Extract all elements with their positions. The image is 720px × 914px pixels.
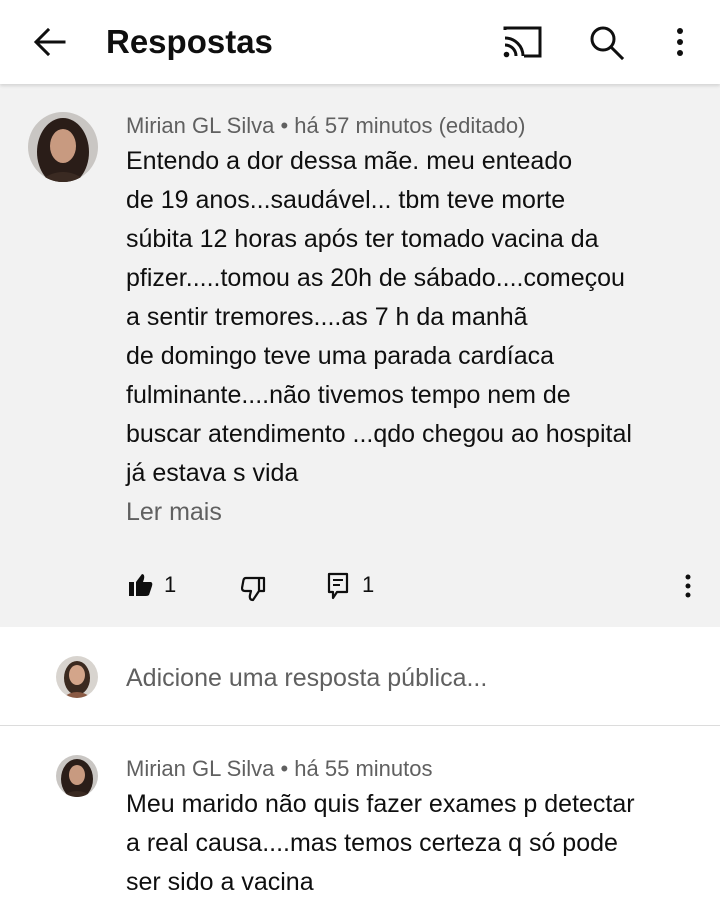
- comment-timestamp: • há 57 minutos (editado): [280, 113, 526, 138]
- thumb-up-icon: [129, 574, 153, 596]
- comment-text-line: Meu marido não quis fazer exames p detec…: [126, 790, 635, 818]
- more-vert-icon[interactable]: [668, 22, 692, 62]
- comment-text-line: a sentir tremores....as 7 h da manhã: [126, 303, 528, 331]
- comment-icon: [327, 572, 349, 600]
- main-comment: Mirian GL Silva • há 57 minutos (editado…: [0, 84, 720, 627]
- avatar[interactable]: [56, 755, 98, 797]
- comment-text-line: já estava s vida: [126, 459, 299, 487]
- user-avatar: [56, 656, 98, 698]
- comment-text-line: Entendo a dor dessa mãe. meu enteado: [126, 147, 573, 175]
- comment-timestamp: • há 55 minutos: [280, 756, 433, 781]
- comment-author[interactable]: Mirian GL Silva: [126, 113, 274, 138]
- comment-text-line: buscar atendimento ...qdo chegou ao hosp…: [126, 420, 632, 448]
- comment-more-icon[interactable]: [680, 572, 696, 600]
- comment-author[interactable]: Mirian GL Silva: [126, 756, 274, 781]
- thumb-down-icon: [240, 576, 266, 602]
- comment-text: Meu marido não quis fazer exames p detec…: [126, 785, 635, 902]
- comment-text-line: ser sido a vacina: [126, 868, 314, 896]
- reply-count: 1: [362, 572, 375, 597]
- search-icon[interactable]: [586, 22, 626, 62]
- page-title: Respostas: [106, 23, 273, 60]
- dislike-button[interactable]: [240, 576, 267, 602]
- comment-text-line: de 19 anos...saudável... tbm teve morte: [126, 186, 566, 214]
- comment-meta: Mirian GL Silva • há 55 minutos: [126, 756, 432, 782]
- comment-text-line: a real causa....mas temos certeza q só p…: [126, 829, 618, 857]
- back-arrow-icon[interactable]: [30, 22, 70, 62]
- reply-input-row: Adicione uma resposta pública...: [0, 627, 720, 726]
- reply-comment: Mirian GL Silva • há 55 minutos Meu mari…: [0, 726, 720, 914]
- comment-text-line: súbita 12 horas após ter tomado vacina d…: [126, 225, 599, 253]
- comment-meta: Mirian GL Silva • há 57 minutos (editado…: [126, 113, 525, 139]
- comment-text-line: fulminante....não tivemos tempo nem de: [126, 381, 571, 409]
- comment-text: Entendo a dor dessa mãe. meu enteado de …: [126, 142, 632, 493]
- app-bar: Respostas: [0, 0, 720, 84]
- cast-icon[interactable]: [502, 24, 542, 60]
- comment-text-line: pfizer.....tomou as 20h de sábado....com…: [126, 264, 625, 292]
- like-count: 1: [164, 572, 177, 597]
- reply-input[interactable]: Adicione uma resposta pública...: [126, 663, 487, 693]
- comment-text-line: de domingo teve uma parada cardíaca: [126, 342, 555, 370]
- read-more-link[interactable]: Ler mais: [126, 497, 222, 527]
- avatar[interactable]: [28, 112, 98, 182]
- reply-button[interactable]: [327, 572, 349, 600]
- like-button[interactable]: [128, 572, 154, 598]
